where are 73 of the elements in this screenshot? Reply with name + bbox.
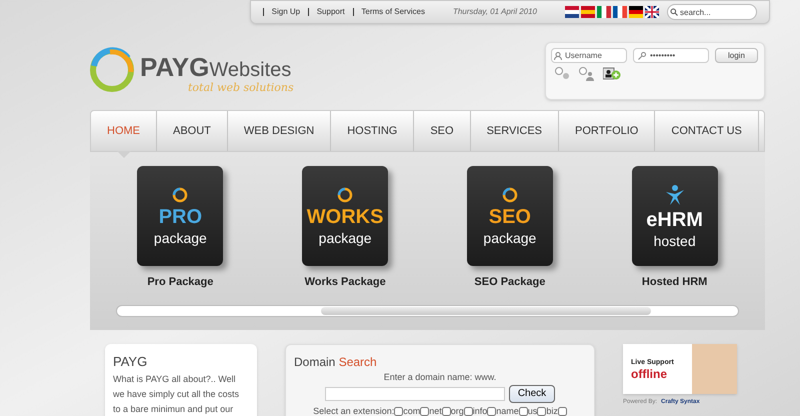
user-icon (554, 52, 562, 60)
password-field[interactable]: ••••••••• (633, 48, 709, 63)
search-icon (670, 8, 678, 16)
package-title: SEO (488, 207, 531, 227)
person-icon (664, 184, 686, 206)
package-subtitle: package (154, 231, 207, 245)
ring-logo-icon (337, 187, 354, 203)
ring-logo-icon (172, 187, 188, 203)
package-box[interactable]: WORKS package (302, 166, 388, 266)
flag-icon[interactable] (565, 6, 579, 18)
top-link[interactable]: Support (316, 6, 345, 18)
nav-tab[interactable]: SERVICES (470, 111, 559, 151)
ring-logo-icon (502, 187, 518, 203)
extension-option[interactable]: info (464, 404, 488, 416)
about-title: PAYG (113, 353, 148, 371)
check-button[interactable]: Check (508, 384, 556, 402)
package-box[interactable]: SEO package (466, 166, 553, 266)
package-caption[interactable]: Pro Package (147, 274, 214, 290)
flag-icon[interactable] (645, 6, 659, 18)
extension-checkbox[interactable] (518, 406, 528, 416)
nav-tab[interactable]: SEO (414, 111, 471, 151)
login-button[interactable]: login (715, 48, 758, 63)
extension-checkbox[interactable] (537, 406, 546, 416)
nav-tab[interactable]: HOSTING (331, 111, 414, 151)
extension-option[interactable]: com (394, 404, 420, 416)
extension-option[interactable]: net (420, 404, 442, 416)
top-link[interactable]: Sign Up (272, 6, 300, 18)
package-subtitle: hosted (654, 234, 696, 248)
live-support-status: offline (631, 368, 668, 380)
ring-logo-icon (88, 46, 136, 94)
extension-option[interactable]: org (442, 404, 464, 416)
domain-title: Domain (294, 355, 336, 369)
logo-tagline: total web solutions (188, 80, 294, 96)
add-user-icon[interactable] (603, 67, 621, 81)
username-field[interactable]: Username (551, 48, 627, 63)
key-icon (638, 52, 646, 60)
extension-option[interactable]: name (487, 404, 519, 416)
extension-checkbox[interactable] (420, 406, 430, 416)
nav-tab[interactable]: ABOUT (157, 111, 228, 151)
package-title: eHRM (646, 210, 703, 230)
extension-label: Select an extension: (313, 404, 394, 416)
scrollbar[interactable] (116, 304, 739, 316)
extension-checkbox[interactable] (394, 406, 404, 416)
nav-tab[interactable]: CONTACT US (655, 111, 759, 151)
flag-icon[interactable] (613, 6, 627, 18)
package-box[interactable]: PRO package (137, 166, 224, 266)
nav-tab[interactable]: WEB DESIGN (228, 111, 332, 151)
photo-placeholder (692, 344, 737, 394)
date-text: Thursday, 01 April 2010 (452, 6, 537, 18)
package-caption[interactable]: SEO Package (474, 274, 546, 290)
about-text: What is PAYG all about?.. Well we have simply cut all the costs to a bare minimun and put our (113, 372, 240, 416)
nav-tab[interactable]: PORTFOLIO (559, 111, 656, 151)
domain-input[interactable] (324, 386, 505, 400)
search-field[interactable]: search... (667, 4, 757, 20)
package-title: PRO (158, 207, 202, 227)
extension-checkbox[interactable] (464, 406, 473, 416)
package-subtitle: package (318, 231, 372, 245)
extension-checkbox[interactable] (442, 406, 451, 416)
package-caption[interactable]: Hosted HRM (642, 274, 708, 290)
package-box[interactable]: eHRM hosted (632, 166, 718, 266)
extension-option[interactable]: us (518, 404, 538, 416)
package-caption[interactable]: Works Package (304, 274, 386, 290)
top-link[interactable]: Terms of Services (361, 6, 425, 18)
flag-icon[interactable] (629, 6, 643, 18)
package-title: WORKS (306, 207, 384, 227)
extension-checkbox[interactable] (487, 406, 496, 416)
domain-prompt: Enter a domain name: www. (384, 371, 496, 384)
logo-brand: PAYG (140, 54, 210, 80)
extension-checkbox[interactable] (558, 406, 567, 416)
extension-option[interactable]: biz (537, 404, 558, 416)
domain-title-accent: Search (338, 355, 377, 369)
logo-suffix: Websites (209, 60, 292, 80)
package-subtitle: package (483, 231, 536, 245)
